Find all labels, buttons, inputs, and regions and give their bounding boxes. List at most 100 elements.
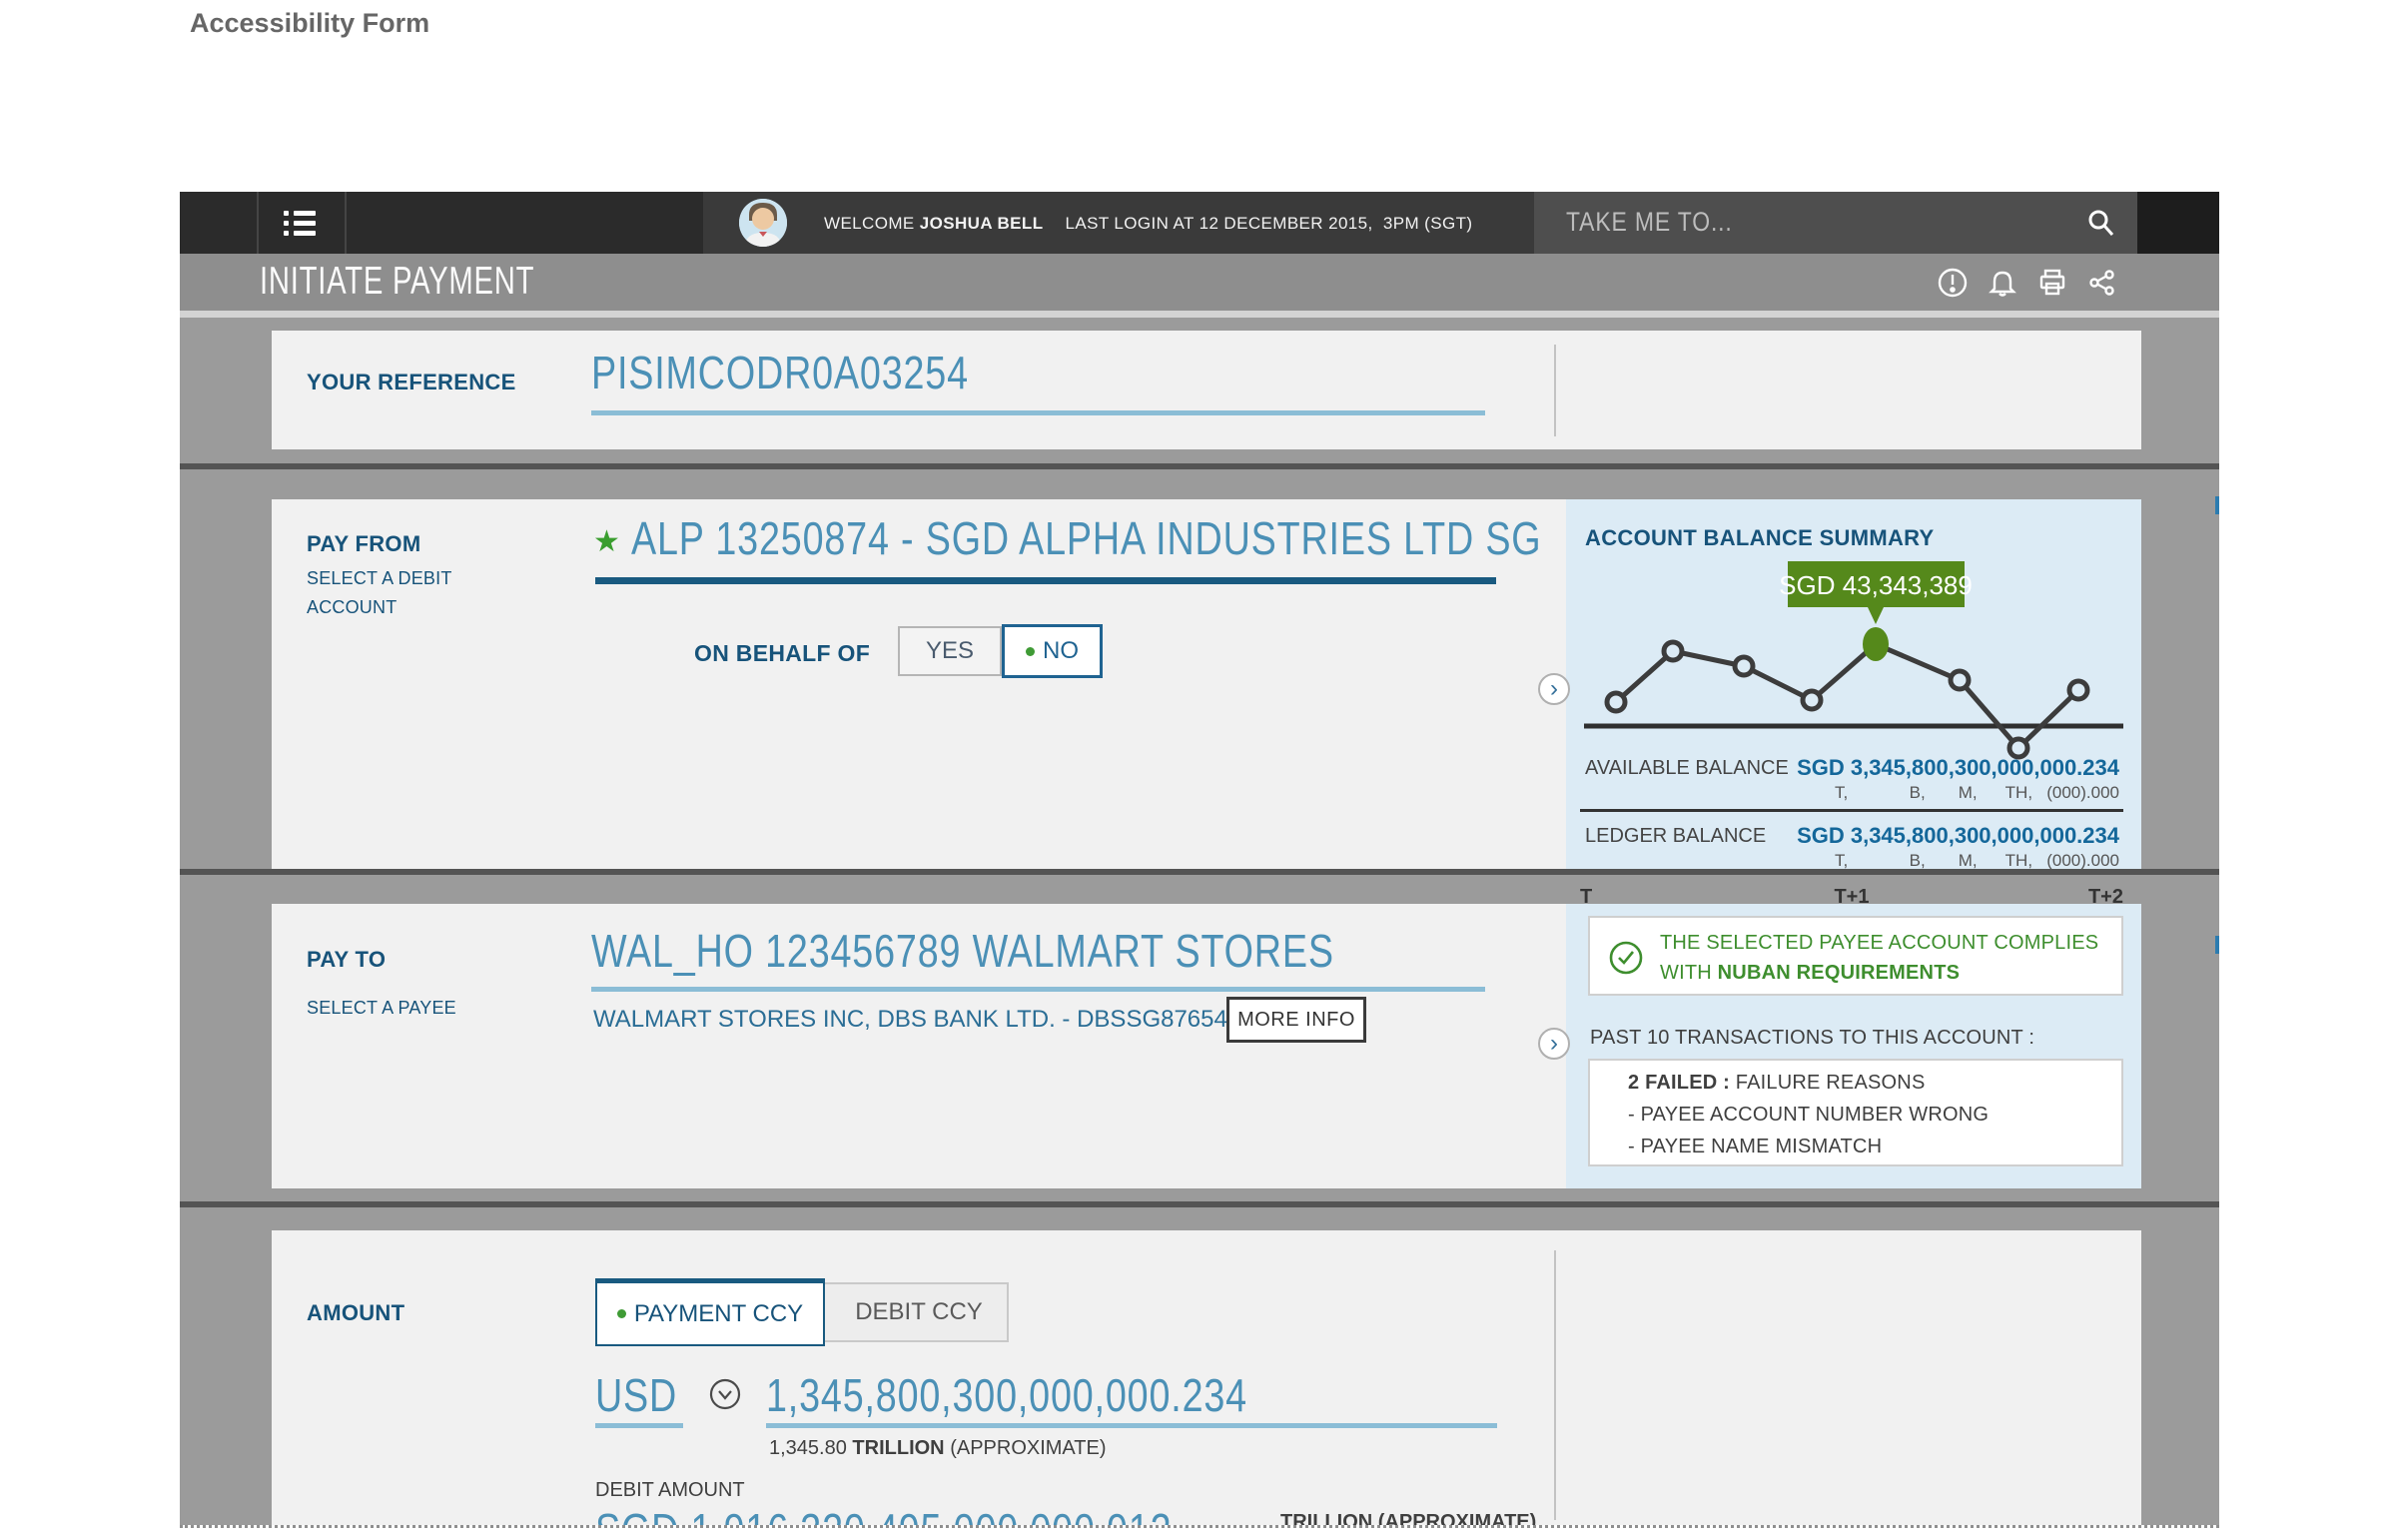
- divider: [345, 192, 347, 254]
- ledger-balance-label: LEDGER BALANCE: [1585, 825, 1766, 848]
- currency-tab-group: PAYMENT CCY DEBIT CCY: [595, 1282, 1009, 1342]
- your-reference-label: YOUR REFERENCE: [307, 370, 516, 395]
- compliance-line1: THE SELECTED PAYEE ACCOUNT COMPLIES: [1660, 932, 2098, 954]
- selected-dot: [1026, 647, 1035, 656]
- payee-details: WALMART STORES INC, DBS BANK LTD. - DBSS…: [593, 1006, 1227, 1034]
- account-underline: [595, 577, 1496, 584]
- menu-icon[interactable]: [284, 211, 318, 235]
- user-info-area: WELCOME JOSHUA BELL LAST LOGIN AT 12 DECE…: [703, 192, 1534, 254]
- available-balance-label: AVAILABLE BALANCE: [1585, 757, 1789, 780]
- printer-icon[interactable]: [2036, 267, 2068, 299]
- balance-divider: [1580, 809, 2123, 812]
- amount-input[interactable]: 1,345,800,300,000,000.234: [766, 1368, 1247, 1422]
- next-panel-peek: [2215, 496, 2219, 514]
- last-login: LAST LOGIN AT 12 DECEMBER 2015, 3PM (SGT…: [1066, 214, 1473, 233]
- ledger-balance-scale: T, B, M, TH, (000).000: [1835, 851, 2119, 871]
- page-header: INITIATE PAYMENT: [180, 254, 2219, 311]
- approx-prefix: 1,345.80: [769, 1437, 852, 1459]
- welcome-message: WELCOME JOSHUA BELL LAST LOGIN AT 12 DECE…: [824, 214, 1472, 234]
- debit-amount-label: DEBIT AMOUNT: [595, 1479, 745, 1502]
- tab-debit-label: DEBIT CCY: [855, 1298, 983, 1326]
- chart-tooltip-pointer: [1868, 607, 1884, 624]
- pay-from-label: PAY FROM: [307, 531, 420, 557]
- page-cut-dotted-line: [180, 1525, 2219, 1540]
- compliance-text: THE SELECTED PAYEE ACCOUNT COMPLIES WITH…: [1660, 928, 2098, 988]
- on-behalf-yes-button[interactable]: YES: [898, 626, 1002, 676]
- share-icon[interactable]: [2086, 267, 2118, 299]
- user-name: JOSHUA BELL: [920, 214, 1044, 233]
- page-title: Accessibility Form: [190, 8, 429, 39]
- failure-reason-2: - PAYEE NAME MISMATCH: [1628, 1131, 1882, 1162]
- more-info-button[interactable]: MORE INFO: [1226, 997, 1366, 1043]
- failed-rest: FAILURE REASONS: [1730, 1072, 1925, 1094]
- search-icon[interactable]: [2085, 208, 2115, 243]
- compliance-box: THE SELECTED PAYEE ACCOUNT COMPLIES WITH…: [1588, 916, 2123, 996]
- top-bar: WELCOME JOSHUA BELL LAST LOGIN AT 12 DECE…: [180, 192, 2219, 254]
- avatar[interactable]: [739, 199, 787, 247]
- failed-line: 2 FAILED : FAILURE REASONS: [1628, 1067, 1926, 1099]
- approx-suffix: (APPROXIMATE): [945, 1437, 1107, 1459]
- tab-payment-ccy[interactable]: PAYMENT CCY: [595, 1278, 825, 1346]
- selected-dot: [617, 1309, 626, 1318]
- search-placeholder: TAKE ME TO...: [1566, 207, 1733, 238]
- currency-underline: [595, 1423, 683, 1428]
- chart-tooltip-text: SGD 43,343,389: [1779, 570, 1973, 600]
- expand-balance-panel-button[interactable]: ›: [1538, 673, 1570, 705]
- section-amount: AMOUNT PAYMENT CCY DEBIT CCY USD 1,345,8…: [272, 1230, 2141, 1525]
- payee-check-panel: THE SELECTED PAYEE ACCOUNT COMPLIES WITH…: [1566, 904, 2141, 1188]
- next-panel-peek: [2215, 936, 2219, 954]
- past-transactions-title: PAST 10 TRANSACTIONS TO THIS ACCOUNT :: [1590, 1022, 2034, 1054]
- approx-bold: TRILLION: [852, 1437, 944, 1459]
- welcome-prefix: WELCOME: [824, 214, 920, 233]
- top-bar-end: [2137, 192, 2219, 254]
- failed-transactions-box: 2 FAILED : FAILURE REASONS - PAYEE ACCOU…: [1588, 1059, 2123, 1166]
- ledger-balance-value: SGD 3,345,800,300,000,000.234: [1797, 823, 2119, 849]
- check-circle-icon: [1608, 940, 1644, 981]
- section-divider: [180, 463, 2219, 469]
- app-window: WELCOME JOSHUA BELL LAST LOGIN AT 12 DECE…: [180, 192, 2219, 1540]
- expand-payee-panel-button[interactable]: ›: [1538, 1028, 1570, 1060]
- search-box[interactable]: TAKE ME TO...: [1534, 192, 2137, 254]
- tab-payment-label: PAYMENT CCY: [634, 1300, 803, 1328]
- balance-summary-title: ACCOUNT BALANCE SUMMARY: [1585, 525, 1935, 551]
- debit-account-select[interactable]: ALP 13250874 - SGD ALPHA INDUSTRIES LTD …: [631, 511, 1541, 565]
- favorite-star-icon[interactable]: ★: [593, 524, 620, 559]
- header-divider-strip: [180, 311, 2219, 318]
- chart-plot: [1584, 627, 2123, 757]
- failed-count: 2 FAILED :: [1628, 1072, 1730, 1094]
- column-divider: [1554, 1250, 1556, 1520]
- on-behalf-no-button[interactable]: NO: [1002, 624, 1103, 678]
- available-balance-scale: T, B, M, TH, (000).000: [1835, 783, 2119, 803]
- pay-to-sublabel: SELECT A PAYEE: [307, 994, 456, 1023]
- compliance-line2-prefix: WITH: [1660, 962, 1718, 984]
- on-behalf-of-label: ON BEHALF OF: [694, 640, 870, 667]
- yes-label: YES: [926, 637, 974, 665]
- tab-debit-ccy[interactable]: DEBIT CCY: [825, 1282, 1013, 1342]
- payee-select[interactable]: WAL_HO 123456789 WALMART STORES: [591, 924, 1334, 978]
- bell-icon[interactable]: [1987, 267, 2018, 299]
- currency-dropdown-icon[interactable]: [708, 1377, 742, 1416]
- input-underline: [591, 410, 1485, 415]
- debit-amount-value: SGD 1,916,320,495,000,000,912: [595, 1503, 1172, 1525]
- column-divider: [1554, 345, 1556, 436]
- debit-amount-small: TRILLION (APPROXIMATE): [1280, 1511, 1536, 1525]
- no-label: NO: [1043, 637, 1079, 665]
- pay-to-label: PAY TO: [307, 947, 386, 973]
- account-balance-panel: ACCOUNT BALANCE SUMMARY SGD 43,343,389 T…: [1566, 499, 2141, 869]
- page-header-title: INITIATE PAYMENT: [260, 260, 534, 304]
- divider: [257, 192, 259, 254]
- alert-icon[interactable]: [1937, 267, 1969, 299]
- available-balance-value: SGD 3,345,800,300,000,000.234: [1797, 755, 2119, 781]
- compliance-line2-bold: NUBAN REQUIREMENTS: [1718, 962, 1961, 984]
- more-info-label: MORE INFO: [1237, 1009, 1355, 1032]
- your-reference-input[interactable]: PISIMCODR0A03254: [591, 346, 969, 399]
- section-divider: [180, 1201, 2219, 1207]
- amount-underline: [766, 1423, 1497, 1428]
- section-your-reference: YOUR REFERENCE PISIMCODR0A03254: [272, 331, 2141, 449]
- payee-underline: [591, 987, 1485, 992]
- amount-label: AMOUNT: [307, 1300, 404, 1326]
- failure-reason-1: - PAYEE ACCOUNT NUMBER WRONG: [1628, 1099, 1989, 1131]
- currency-select[interactable]: USD: [595, 1368, 677, 1422]
- pay-from-sublabel: SELECT A DEBIT ACCOUNT: [307, 564, 476, 622]
- amount-approximate: 1,345.80 TRILLION (APPROXIMATE): [769, 1437, 1107, 1460]
